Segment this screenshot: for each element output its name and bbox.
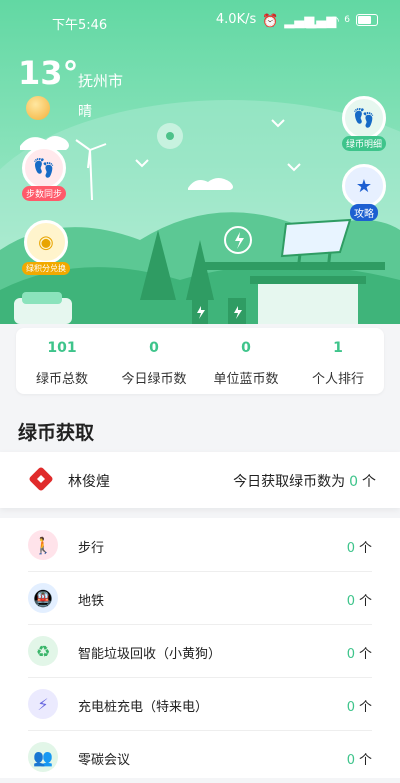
status-bar: 下午5:46 4.0K/s ⏰ ▂▄▆ ▂▄▆ ◠ 6 [0, 8, 400, 34]
list-item-charging[interactable]: ⚡ 充电桩充电（特来电） 0个 [28, 677, 372, 731]
section-title: 绿币获取 [18, 422, 95, 444]
step-sync-button[interactable]: 👣 步数同步 [22, 146, 67, 201]
list-item-label: 智能垃圾回收（小黄狗） [78, 647, 222, 662]
list-item-value: 0个 [347, 537, 372, 556]
list-item-label: 地铁 [78, 594, 105, 609]
count: 0 [346, 753, 355, 768]
recycle-bin-icon: ♻ [28, 636, 58, 666]
step-sync-label: 步数同步 [22, 186, 67, 201]
unit: 个 [358, 647, 372, 662]
user-today-prefix: 今日获取绿币数为 [233, 474, 346, 490]
list-item-label: 零碳会议 [78, 753, 131, 768]
unit: 个 [358, 753, 372, 768]
stat-unit-blue[interactable]: 0 单位蓝币数 [200, 340, 292, 387]
footprint-icon: 👣 [22, 146, 66, 190]
user-today-count: 0 [349, 474, 358, 490]
weather-temperature: 13° [18, 54, 79, 92]
charging-pile-icon: ⚡ [28, 689, 58, 719]
stat-today[interactable]: 0 今日绿币数 [108, 340, 200, 387]
points-exchange-label: 绿积分兑换 [22, 262, 70, 275]
meeting-icon: 👥 [28, 742, 58, 772]
user-today-summary: 今日获取绿币数为 0 个 [233, 471, 376, 491]
network-speed: 4.0K/s [215, 12, 257, 27]
stats-card: 101 绿币总数 0 今日绿币数 0 单位蓝币数 1 个人排行 [16, 328, 384, 394]
user-name: 林俊煌 [68, 474, 110, 490]
footprint-green-icon: 👣 [342, 96, 386, 140]
signal-2-icon: ▂▄▆ [306, 13, 337, 29]
user-card: 林俊煌 今日获取绿币数为 0 个 [0, 452, 400, 508]
status-time: 下午5:46 [52, 18, 108, 33]
green-detail-button[interactable]: 👣 绿币明细 [342, 96, 387, 151]
battery-icon [356, 13, 378, 26]
list-item-value: 0个 [347, 643, 372, 662]
subway-icon: 🚇 [28, 583, 58, 613]
list-item-subway[interactable]: 🚇 地铁 0个 [28, 571, 372, 625]
stat-total[interactable]: 101 绿币总数 [16, 340, 108, 387]
strategy-label: 攻略 [350, 204, 378, 221]
list-item-walking[interactable]: 🚶 步行 0个 [28, 518, 372, 572]
stat-today-value: 0 [149, 340, 159, 356]
hero-banner: 下午5:46 4.0K/s ⏰ ▂▄▆ ▂▄▆ ◠ 6 13° 抚州市 晴 👣 … [0, 0, 400, 360]
sunny-weather-icon [26, 96, 50, 120]
wifi-badge: 6 [344, 14, 350, 25]
stat-unit-blue-value: 0 [241, 340, 251, 356]
green-detail-label: 绿币明细 [342, 136, 387, 151]
stat-rank-label: 个人排行 [311, 372, 364, 387]
coins-icon: ◉ [24, 220, 68, 264]
list-item-value: 0个 [347, 696, 372, 715]
stat-total-label: 绿币总数 [35, 372, 88, 387]
list-item-label: 步行 [78, 541, 105, 556]
org-logo-icon [29, 467, 53, 491]
weather-condition: 晴 [78, 104, 92, 120]
stat-rank[interactable]: 1 个人排行 [292, 340, 384, 387]
user-today-unit: 个 [362, 474, 376, 490]
list-item-value: 0个 [347, 749, 372, 768]
stat-total-value: 101 [47, 340, 77, 356]
wifi-icon: ◠ [328, 13, 340, 29]
unit: 个 [358, 541, 372, 556]
unit: 个 [358, 700, 372, 715]
guide-book-icon: ★ [342, 164, 386, 208]
points-exchange-button[interactable]: ◉ 绿积分兑换 [22, 220, 70, 275]
strategy-button[interactable]: ★ 攻略 [342, 164, 386, 221]
list-item-label: 充电桩充电（特来电） [78, 700, 209, 715]
walking-icon: 🚶 [28, 530, 58, 560]
weather-city[interactable]: 抚州市 [78, 70, 123, 91]
stat-rank-value: 1 [333, 340, 343, 356]
list-item-recycling[interactable]: ♻ 智能垃圾回收（小黄狗） 0个 [28, 624, 372, 678]
list-item-value: 0个 [347, 590, 372, 609]
list-item-meeting[interactable]: 👥 零碳会议 0个 [28, 730, 372, 783]
stat-unit-blue-label: 单位蓝币数 [213, 372, 279, 387]
stat-today-label: 今日绿币数 [121, 372, 187, 387]
count: 0 [346, 700, 355, 715]
signal-icon: ▂▄▆ [284, 13, 315, 29]
count: 0 [346, 647, 355, 662]
count: 0 [346, 541, 355, 556]
unit: 个 [358, 594, 372, 609]
alarm-icon: ⏰ [262, 13, 279, 29]
activity-list: 🚶 步行 0个 🚇 地铁 0个 ♻ 智能垃圾回收（小黄狗） 0个 ⚡ 充电桩充电… [0, 518, 400, 778]
count: 0 [346, 594, 355, 609]
